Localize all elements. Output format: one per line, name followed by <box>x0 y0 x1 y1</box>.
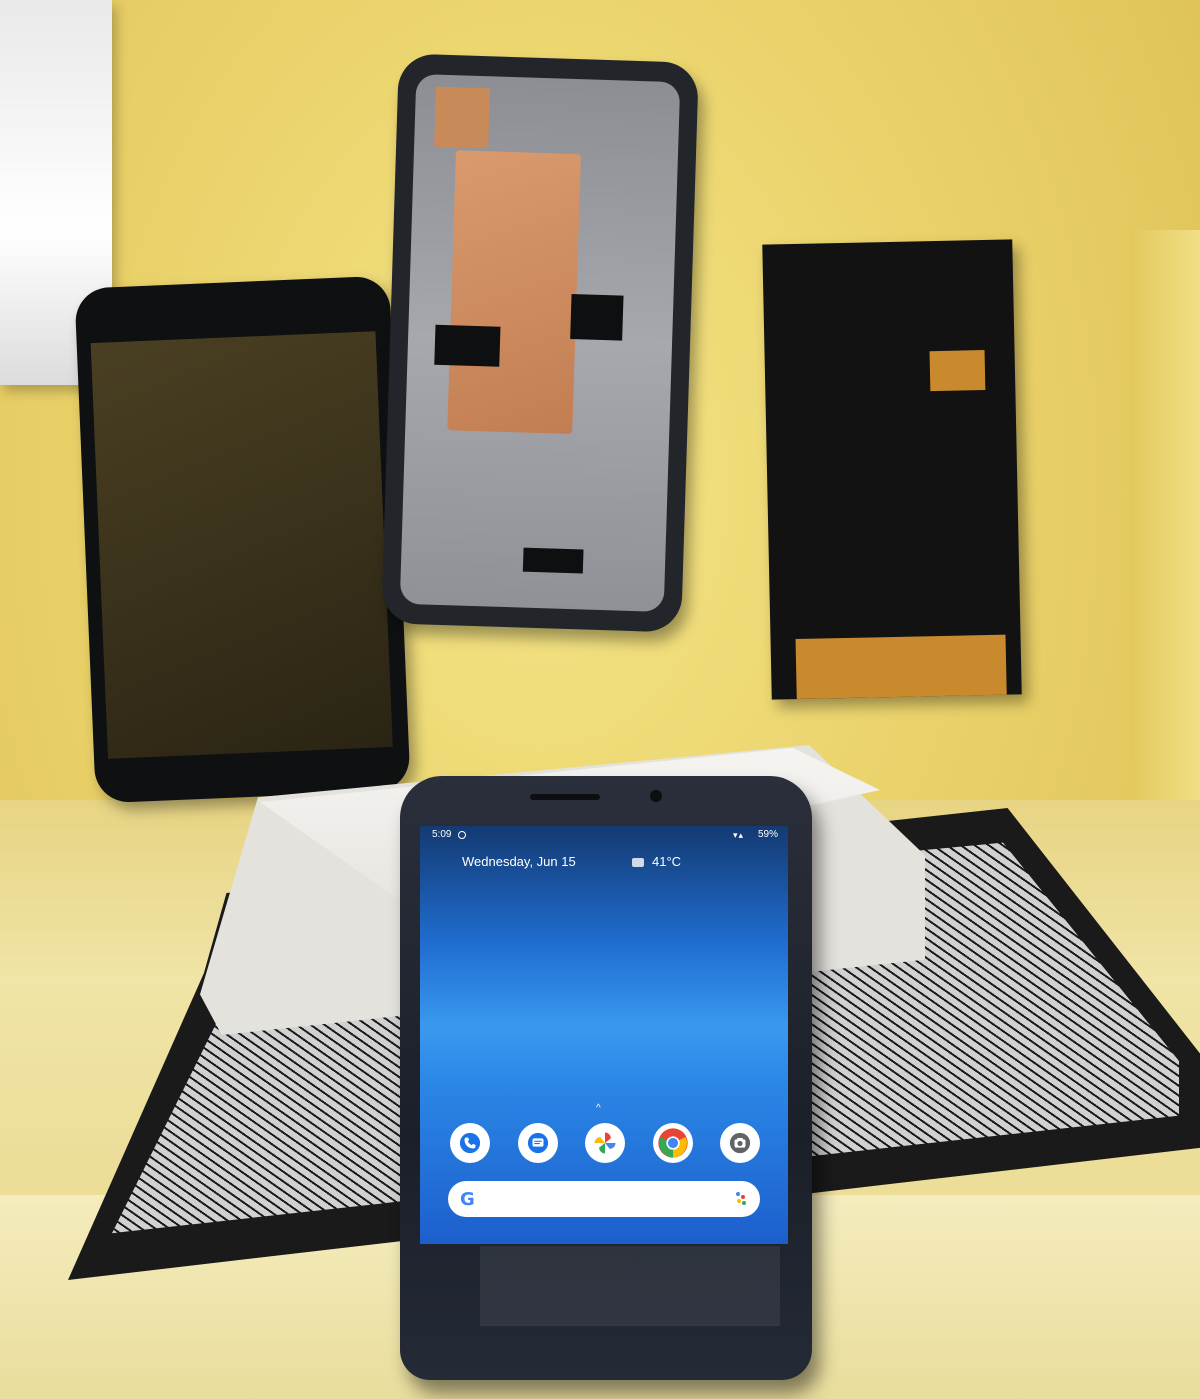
chrome-icon[interactable] <box>652 1123 693 1163</box>
protective-film <box>480 1246 780 1326</box>
google-logo-icon: G <box>460 1189 475 1210</box>
camera-icon[interactable] <box>720 1123 760 1163</box>
messages-icon[interactable] <box>517 1123 558 1163</box>
frame-cutout <box>522 547 584 574</box>
photos-icon[interactable] <box>585 1123 625 1163</box>
photo-scene: 5:09 ▾▴ 59% Wednesday, Jun 15 41°C ^ G <box>0 0 1200 1399</box>
status-time: 5:09 <box>432 829 452 840</box>
google-search-bar[interactable]: G <box>448 1181 760 1217</box>
midframe-with-copper <box>381 53 699 633</box>
copper-shield <box>447 150 581 435</box>
status-bar: 5:09 ▾▴ 59% <box>420 826 788 844</box>
front-glass-panel <box>74 275 411 804</box>
notification-icon <box>458 831 466 839</box>
wifi-signal-icon: ▾▴ <box>732 830 744 840</box>
earpiece <box>530 794 600 800</box>
app-dock <box>450 1121 760 1165</box>
front-camera-icon <box>650 790 662 802</box>
date-label[interactable]: Wednesday, Jun 15 <box>462 854 576 869</box>
at-a-glance-widget[interactable]: Wednesday, Jun 15 41°C <box>420 854 788 874</box>
frame-cutout <box>570 293 624 341</box>
copper-shield-small <box>434 86 490 149</box>
phone-screen: 5:09 ▾▴ 59% Wednesday, Jun 15 41°C ^ G <box>420 826 788 1244</box>
assistant-mic-icon[interactable] <box>736 1192 746 1206</box>
flex-cable <box>795 634 1007 700</box>
frame-cutout <box>434 324 501 367</box>
smartphone: 5:09 ▾▴ 59% Wednesday, Jun 15 41°C ^ G <box>400 776 812 1380</box>
flex-connector <box>929 350 986 392</box>
app-drawer-arrow-icon[interactable]: ^ <box>596 1103 601 1114</box>
weather-icon <box>632 858 644 867</box>
temperature-label[interactable]: 41°C <box>652 854 681 869</box>
oled-display-panel <box>762 239 1022 700</box>
battery-level: 59% <box>757 829 778 840</box>
phone-icon[interactable] <box>450 1123 490 1163</box>
glass-inner <box>90 331 393 759</box>
